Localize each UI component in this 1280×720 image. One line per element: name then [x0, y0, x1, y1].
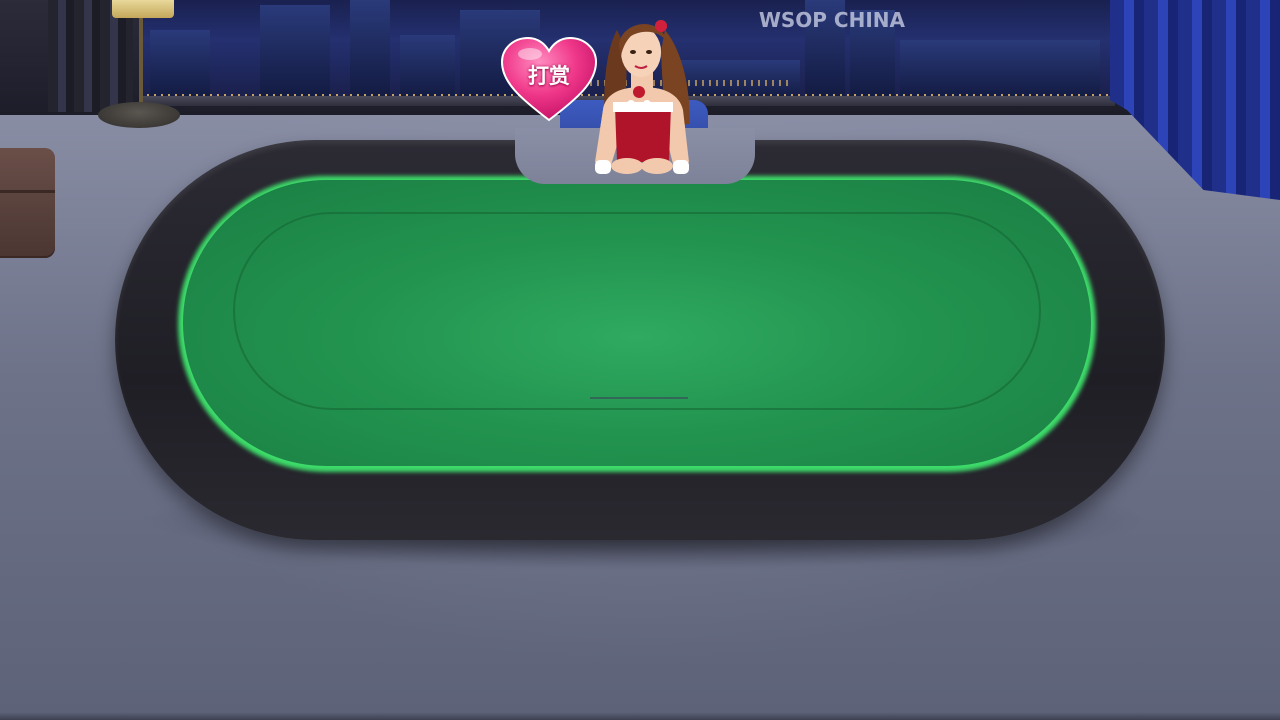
tip-button-label: 打赏	[528, 64, 570, 88]
bottom-edge-shade	[0, 712, 1280, 720]
skyline-building	[150, 30, 210, 100]
dealer-notch	[515, 128, 755, 184]
pot-area-mark	[590, 397, 688, 399]
skyline-building	[900, 40, 1100, 100]
tip-dealer-button[interactable]: 打赏	[500, 36, 598, 124]
skyline-building	[350, 0, 390, 100]
sofa-seam	[0, 190, 55, 193]
game-scene: WSOP CHINA 打赏	[0, 0, 1280, 720]
floor-lamp-shade	[112, 0, 174, 18]
poker-table-betting-line	[233, 212, 1041, 410]
floor-lamp-base	[98, 102, 180, 128]
floor-lamp-pole	[139, 18, 143, 110]
skyline-building	[400, 35, 455, 100]
skyline-building	[260, 5, 330, 100]
sofa	[0, 148, 55, 258]
wsop-china-watermark: WSOP CHINA	[758, 8, 905, 32]
